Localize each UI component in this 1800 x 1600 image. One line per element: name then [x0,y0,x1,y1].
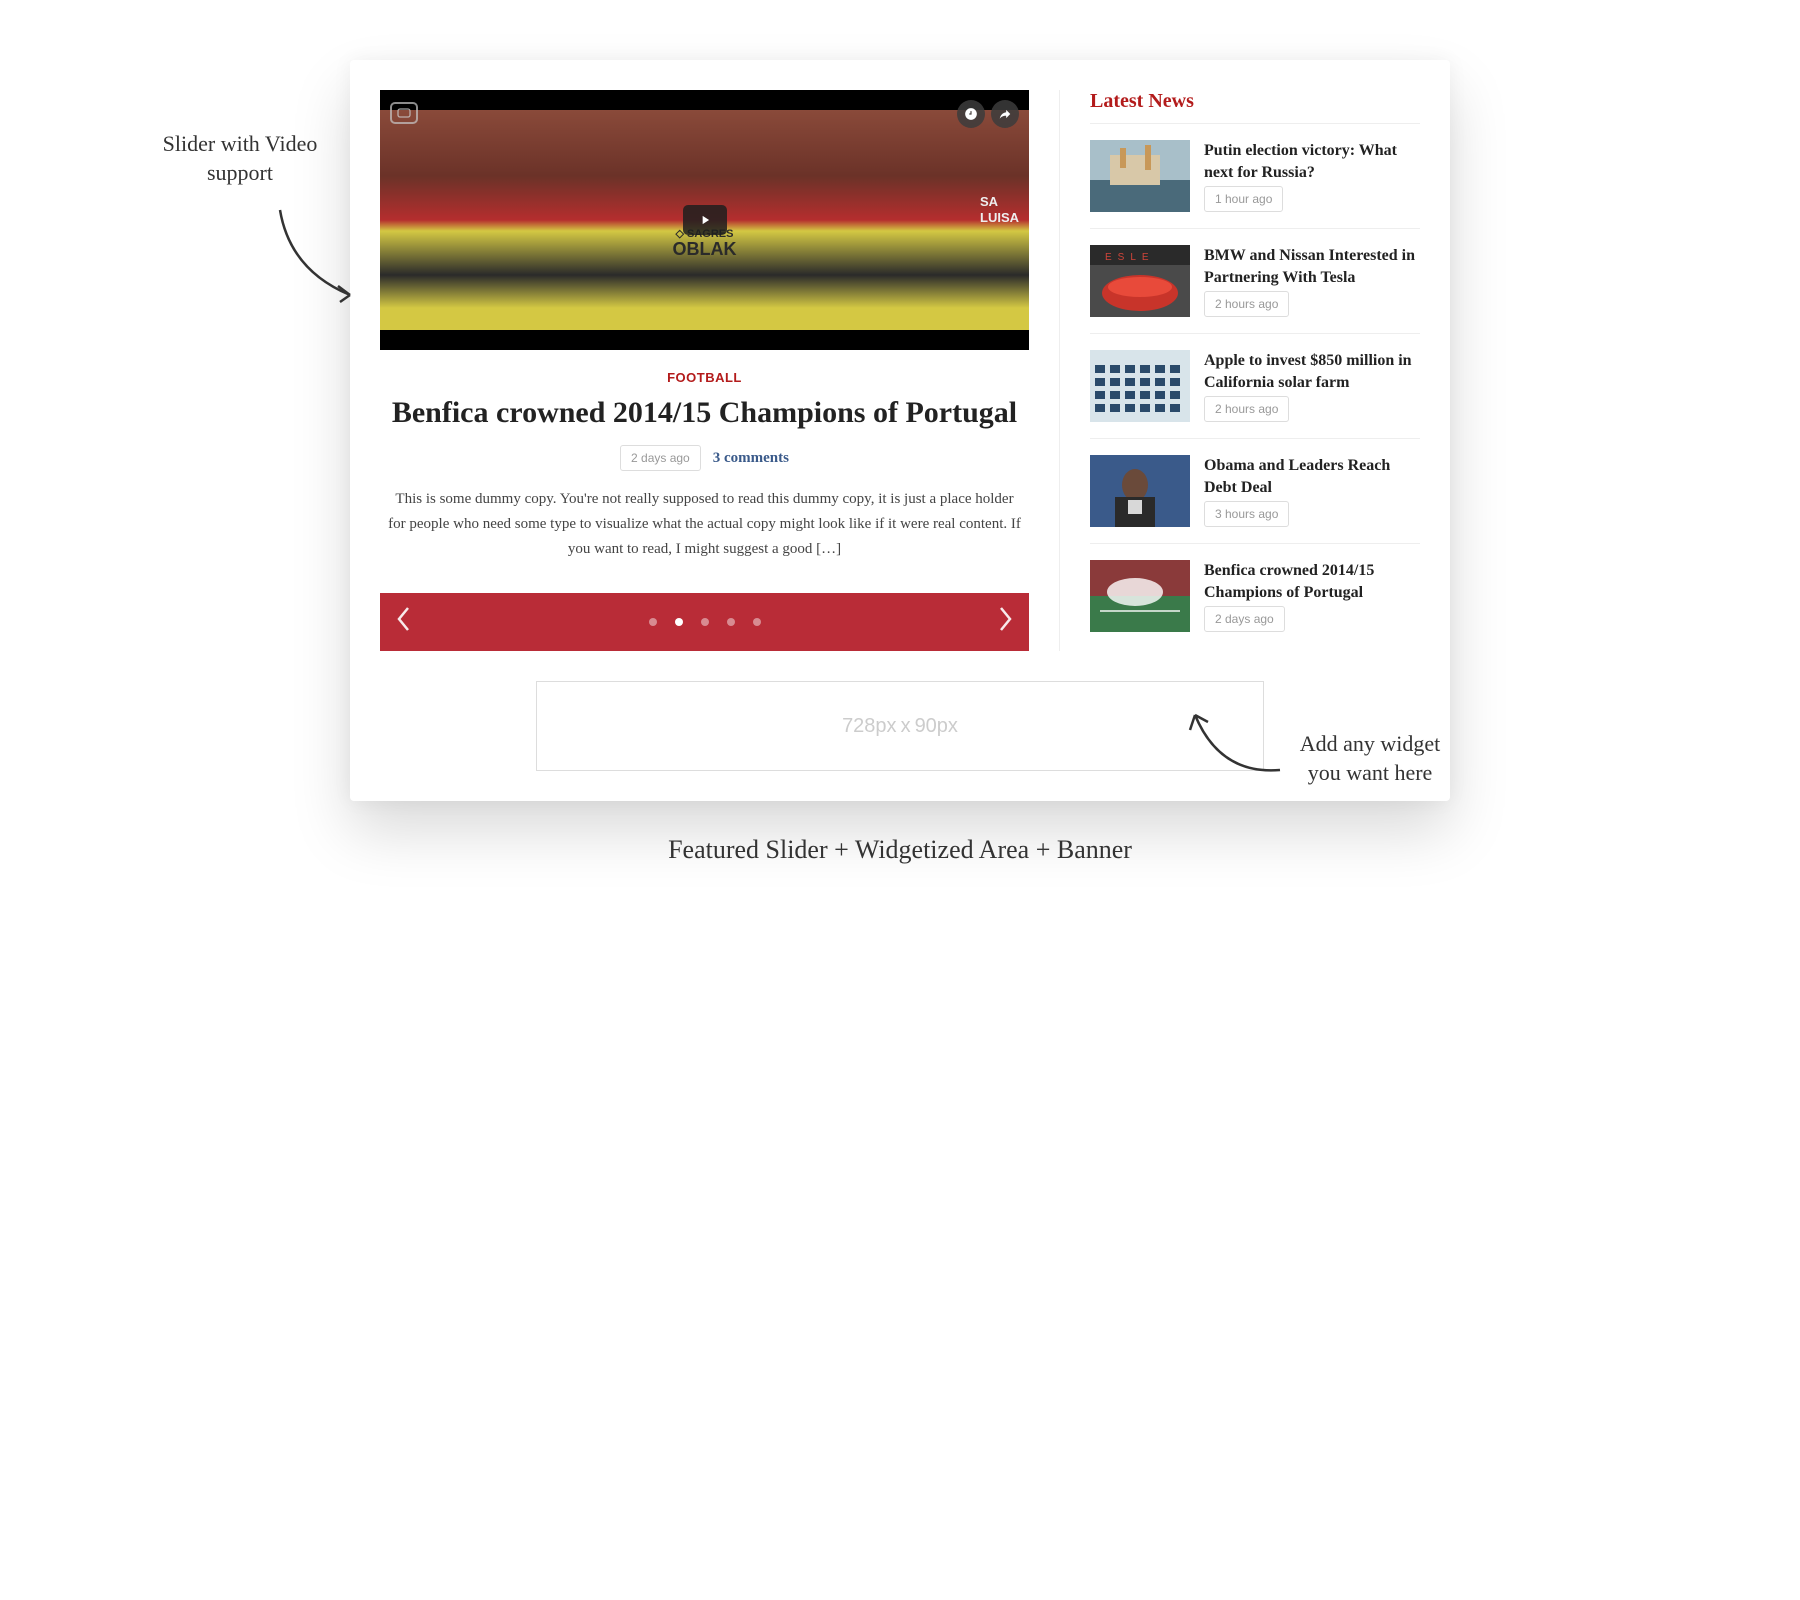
news-item-title: BMW and Nissan Interested in Partnering … [1204,245,1420,288]
news-item-title: Apple to invest $850 million in Californ… [1204,350,1420,393]
article-comments-link[interactable]: 3 comments [713,450,789,467]
article-meta-row: 2 days ago 3 comments [380,445,1029,471]
banner-width-label: 728px [842,715,897,738]
news-thumbnail [1090,455,1190,527]
annotation-left: Slider with Video support [150,130,330,187]
news-item-title: Benfica crowned 2014/15 Champions of Por… [1204,560,1420,603]
news-item-title: Obama and Leaders Reach Debt Deal [1204,455,1420,498]
article-excerpt: This is some dummy copy. You're not real… [380,487,1029,561]
watch-later-icon[interactable] [957,100,985,128]
news-thumbnail: ESLE [1090,245,1190,317]
content-card: ◇ SAGRES OBLAK SA LUISA [350,60,1450,801]
slider-dot[interactable] [753,618,761,626]
news-thumbnail [1090,140,1190,212]
caption-bottom: Featured Slider + Widgetized Area + Bann… [350,835,1450,865]
list-item[interactable]: ESLE BMW and Nissan Interested in Partne… [1090,228,1420,333]
news-thumbnail [1090,350,1190,422]
slider-dot[interactable] [727,618,735,626]
banner-placeholder[interactable]: 728px x 90px [536,681,1264,771]
jersey-player-name: OBLAK [673,240,737,260]
list-item[interactable]: Apple to invest $850 million in Californ… [1090,333,1420,438]
news-item-timestamp: 2 hours ago [1204,396,1289,422]
latest-news-list: Putin election victory: What next for Ru… [1090,123,1420,648]
banner-sep: x [901,715,911,738]
page-wrapper: Slider with Video support ◇ SAGRES OBLAK… [350,60,1450,865]
slider-prev-icon[interactable] [396,606,412,639]
slider-dot[interactable] [649,618,657,626]
sidebar-widget-area: Latest News Putin election victory: What… [1090,90,1420,651]
annotation-right: Add any widget you want here [1285,730,1455,787]
news-thumbnail [1090,560,1190,632]
slider-dot-active[interactable] [675,618,683,626]
banner-height-label: 90px [915,715,958,738]
news-item-timestamp: 2 days ago [1204,606,1285,632]
play-button-icon[interactable] [683,205,727,235]
video-player[interactable]: ◇ SAGRES OBLAK SA LUISA [380,90,1029,350]
slider-article-meta: FOOTBALL Benfica crowned 2014/15 Champio… [380,350,1029,571]
side-jersey-text: SA LUISA [980,194,1019,225]
article-category[interactable]: FOOTBALL [380,370,1029,385]
slider-nav-bar [380,593,1029,651]
news-item-timestamp: 3 hours ago [1204,501,1289,527]
sidebar-title: Latest News [1090,90,1420,123]
broadcaster-logo-icon [390,102,418,124]
news-item-timestamp: 1 hour ago [1204,186,1283,212]
top-row: ◇ SAGRES OBLAK SA LUISA [380,90,1420,651]
article-headline[interactable]: Benfica crowned 2014/15 Champions of Por… [380,395,1029,431]
slider-dot[interactable] [701,618,709,626]
video-top-controls [957,100,1019,128]
news-item-title: Putin election victory: What next for Ru… [1204,140,1420,183]
news-item-timestamp: 2 hours ago [1204,291,1289,317]
share-icon[interactable] [991,100,1019,128]
list-item[interactable]: Obama and Leaders Reach Debt Deal 3 hour… [1090,438,1420,543]
svg-text:ESLE: ESLE [1105,252,1155,263]
list-item[interactable]: Putin election victory: What next for Ru… [1090,123,1420,228]
slider-next-icon[interactable] [997,606,1013,639]
slider-dots [649,618,761,626]
article-timestamp: 2 days ago [620,445,701,471]
list-item[interactable]: Benfica crowned 2014/15 Champions of Por… [1090,543,1420,648]
featured-slider: ◇ SAGRES OBLAK SA LUISA [380,90,1060,651]
